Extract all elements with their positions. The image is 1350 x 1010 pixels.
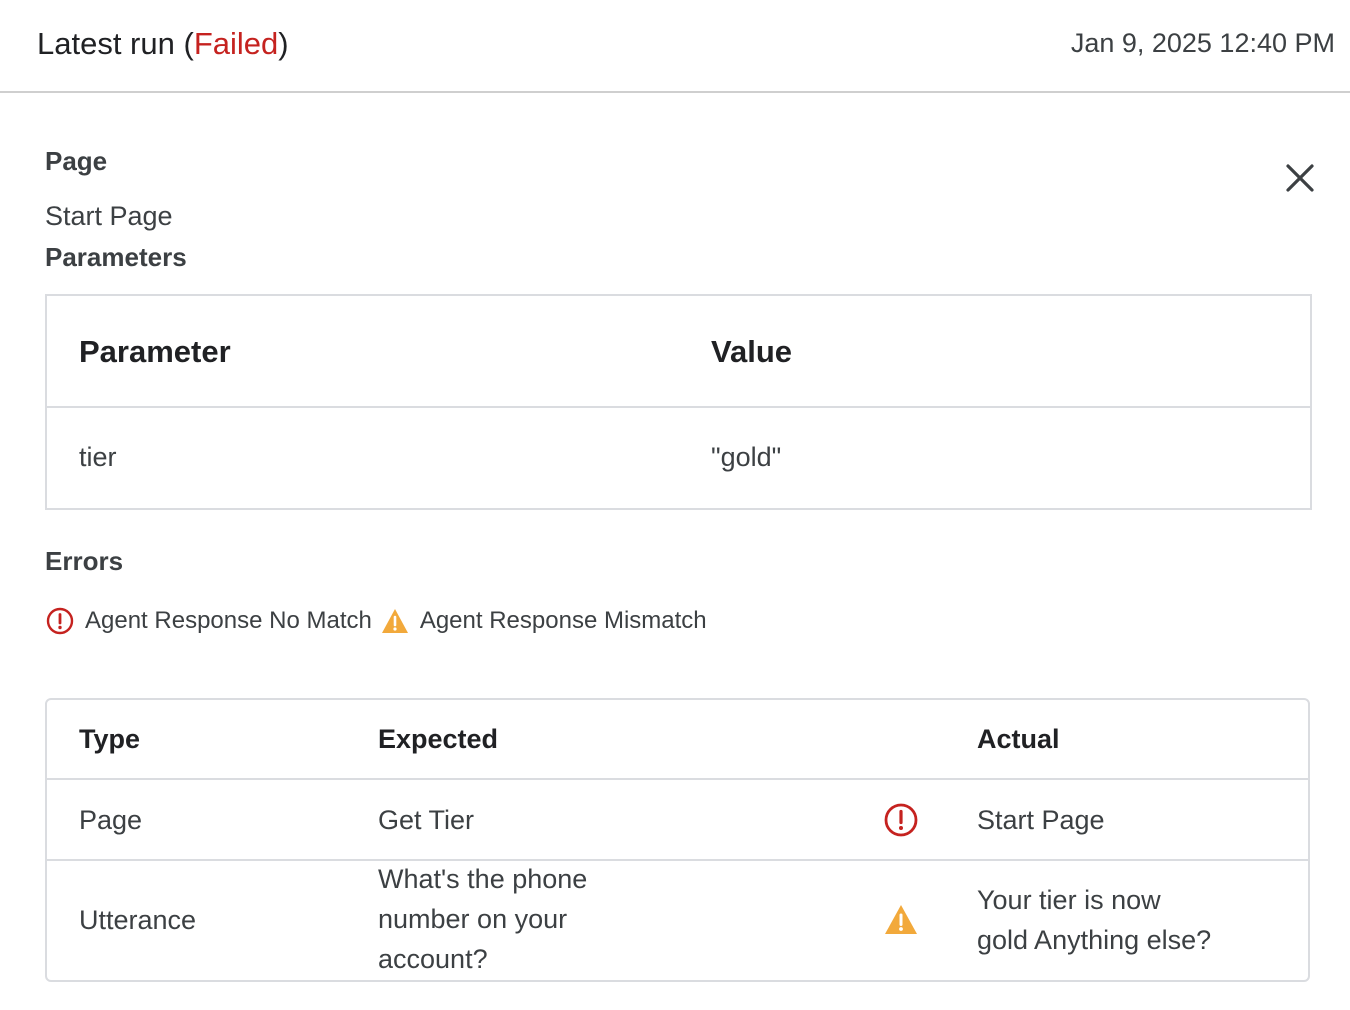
warning-text: Agent Response Mismatch (419, 607, 707, 634)
error-item: Agent Response No Match (45, 606, 372, 636)
table-row: Utterance What's the phone number on you… (47, 859, 1308, 980)
run-timestamp: Jan 9, 2025 12:40 PM (1070, 28, 1335, 58)
row-actual-line: gold Anything else? (977, 925, 1212, 955)
row-expected-line: What's the phone (378, 864, 588, 894)
error-circle-icon (884, 803, 918, 837)
error-circle-icon (46, 607, 74, 635)
parameter-value: "gold" (711, 442, 782, 472)
parameters-table: Parameter Value tier "gold" (45, 294, 1312, 510)
parameters-section-label: Parameters (45, 242, 187, 272)
table-row: Page Get Tier Start Page (47, 780, 1308, 861)
run-title-suffix: ) (278, 26, 289, 61)
errors-list: Agent Response No Match Agent Response M… (45, 604, 707, 638)
row-expected: Get Tier (378, 805, 475, 835)
errors-section-label: Errors (45, 546, 124, 576)
run-header: Latest run (Failed) Jan 9, 2025 12:40 PM (0, 0, 1350, 93)
row-expected: What's the phone number on your account? (378, 859, 587, 979)
actual-column-header: Actual (977, 724, 1060, 754)
row-actual: Your tier is now gold Anything else? (977, 880, 1211, 960)
row-expected-line: number on your (378, 904, 568, 934)
close-button[interactable] (1280, 158, 1320, 198)
row-actual-line: Your tier is now (977, 885, 1161, 915)
page-section-label: Page (45, 146, 108, 176)
page-value: Start Page (45, 201, 173, 231)
row-type: Utterance (79, 905, 197, 935)
value-column-header: Value (711, 334, 792, 369)
run-title: Latest run (Failed) (37, 26, 289, 62)
parameters-table-header: Parameter Value (47, 296, 1310, 408)
results-table-header: Type Expected Actual (47, 700, 1308, 780)
row-type: Page (79, 805, 143, 835)
parameter-name: tier (79, 442, 117, 472)
error-text: Agent Response No Match (85, 607, 372, 634)
expected-column-header: Expected (378, 724, 499, 754)
results-table: Type Expected Actual Page Get Tier Start… (45, 698, 1310, 982)
row-actual: Start Page (977, 805, 1105, 835)
row-expected-line: account? (378, 944, 488, 974)
run-status-failed: Failed (193, 26, 279, 61)
warning-item: Agent Response Mismatch (380, 606, 707, 636)
type-column-header: Type (79, 724, 141, 754)
warning-triangle-icon (381, 609, 408, 633)
warning-triangle-icon (885, 905, 917, 934)
parameter-column-header: Parameter (79, 334, 231, 369)
close-icon (1286, 164, 1314, 192)
run-title-prefix: Latest run ( (37, 26, 194, 61)
